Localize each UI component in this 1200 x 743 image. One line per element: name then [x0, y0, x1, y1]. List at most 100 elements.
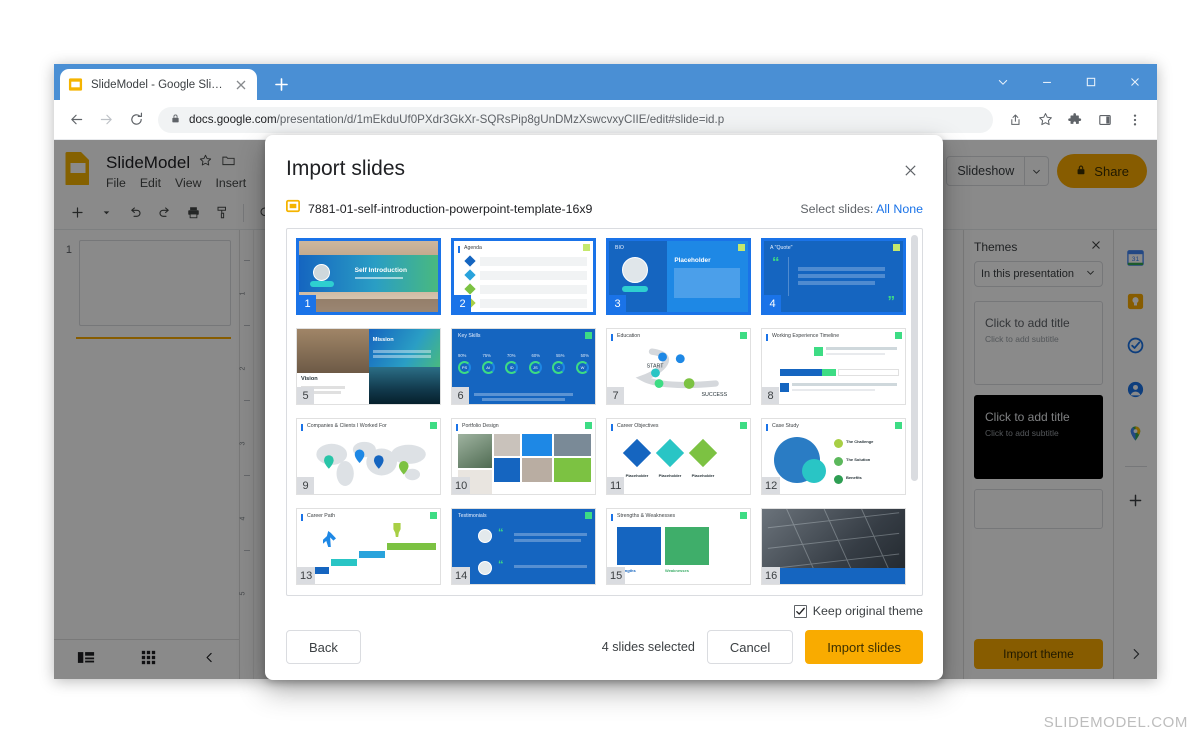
undo-icon[interactable] — [122, 200, 148, 226]
cancel-button[interactable]: Cancel — [706, 630, 794, 664]
minimize-icon[interactable] — [1025, 64, 1069, 100]
slide-preview: Case Study The Challenge The Solution Be… — [762, 419, 905, 494]
address-bar[interactable]: docs.google.com/presentation/d/1mEkduUf0… — [158, 106, 993, 133]
browser-titlebar: SlideModel - Google Slides — [54, 64, 1157, 100]
slide-thumb-3[interactable]: BIO Placeholder 3 — [606, 238, 751, 315]
slide-thumb-16[interactable]: 16 — [761, 508, 906, 585]
close-icon[interactable] — [1113, 64, 1157, 100]
move-to-folder-icon[interactable] — [221, 153, 236, 173]
slide-thumb-11[interactable]: Career Objectives Placeholder Placeholde… — [606, 418, 751, 495]
slide-thumb-9[interactable]: Companies & Clients I Worked For 9 — [296, 418, 441, 495]
filmstrip-accent-line — [76, 337, 231, 339]
bookmark-star-icon[interactable] — [1031, 106, 1059, 134]
keep-icon[interactable] — [1125, 290, 1147, 312]
side-panel-icon[interactable] — [1091, 106, 1119, 134]
chevron-down-icon[interactable] — [1025, 156, 1050, 186]
menu-file[interactable]: File — [106, 176, 126, 190]
filmstrip-thumbnail[interactable] — [79, 240, 231, 326]
menu-edit[interactable]: Edit — [140, 176, 161, 190]
share-button[interactable]: Share — [1057, 154, 1147, 188]
slide-thumb-7[interactable]: Education START SUCCESS 7 — [606, 328, 751, 405]
slide-preview — [762, 509, 905, 584]
slide-number: 7 — [607, 387, 624, 404]
star-icon[interactable] — [198, 153, 213, 173]
extensions-puzzle-icon[interactable] — [1061, 106, 1089, 134]
import-slides-button[interactable]: Import slides — [805, 630, 923, 664]
back-button[interactable]: Back — [286, 630, 361, 664]
share-label: Share — [1094, 163, 1129, 179]
lock-icon — [170, 111, 181, 129]
chevron-left-icon[interactable] — [203, 651, 216, 669]
slide-thumb-6[interactable]: Key Skills 90% 75% 70% 60% 55% 50% PS AI — [451, 328, 596, 405]
forward-arrow-icon[interactable] — [92, 106, 120, 134]
document-name[interactable]: SlideModel — [106, 153, 190, 173]
slide-thumb-4[interactable]: A "Quote" “ ” 4 — [761, 238, 906, 315]
theme-card[interactable] — [974, 489, 1103, 529]
themes-panel-header: Themes — [974, 238, 1103, 255]
grid-view-icon[interactable] — [141, 650, 156, 670]
slide-thumb-14[interactable]: Testimonials “ “ 14 — [451, 508, 596, 585]
screenshot-root: SlideModel - Google Slides docs.google.c… — [0, 0, 1200, 743]
print-icon[interactable] — [180, 200, 206, 226]
paint-format-icon[interactable] — [209, 200, 235, 226]
slide-selected-check — [585, 422, 592, 429]
slide-thumb-1[interactable]: Self Introduction 1 — [296, 238, 441, 315]
maximize-icon[interactable] — [1069, 64, 1113, 100]
theme-card[interactable]: Click to add title Click to add subtitle — [974, 301, 1103, 385]
slide-selected-check — [585, 332, 592, 339]
import-theme-button[interactable]: Import theme — [974, 639, 1103, 669]
theme-title: Click to add title — [985, 410, 1070, 424]
source-file-name: 7881-01-self-introduction-powerpoint-tem… — [308, 201, 593, 216]
tasks-icon[interactable] — [1125, 334, 1147, 356]
grid-scrollbar[interactable] — [911, 235, 918, 589]
add-apps-icon[interactable] — [1125, 489, 1147, 511]
contacts-icon[interactable] — [1125, 378, 1147, 400]
redo-icon[interactable] — [151, 200, 177, 226]
close-icon[interactable] — [233, 77, 249, 93]
theme-card[interactable]: Click to add title Click to add subtitle — [974, 395, 1103, 479]
slide-title: Strengths & Weaknesses — [617, 513, 676, 519]
close-icon[interactable] — [1089, 238, 1103, 255]
keep-theme-checkbox[interactable] — [793, 604, 807, 618]
filmstrip-slide-1[interactable]: 1 — [54, 230, 239, 326]
slide-thumb-12[interactable]: Case Study The Challenge The Solution Be… — [761, 418, 906, 495]
objective-label: Placeholder — [658, 473, 682, 478]
select-all-link[interactable]: All — [876, 202, 890, 216]
browser-tab[interactable]: SlideModel - Google Slides — [60, 69, 257, 100]
menu-insert[interactable]: Insert — [215, 176, 246, 190]
new-slide-icon[interactable] — [64, 200, 90, 226]
grid-scrollbar-thumb[interactable] — [911, 235, 918, 481]
reload-icon[interactable] — [122, 106, 150, 134]
keep-theme-row[interactable]: Keep original theme — [286, 604, 923, 618]
tab-search-chevron-icon[interactable] — [981, 64, 1025, 100]
slideshow-button[interactable]: Slideshow — [946, 156, 1026, 186]
menu-view[interactable]: View — [175, 176, 201, 190]
select-none-link[interactable]: None — [893, 202, 923, 216]
more-menu-icon[interactable] — [1121, 106, 1149, 134]
slide-number: 6 — [452, 387, 469, 404]
new-slide-caret-icon[interactable] — [93, 200, 119, 226]
slide-thumb-15[interactable]: Strengths & Weaknesses Strengths Weaknes… — [606, 508, 751, 585]
back-arrow-icon[interactable] — [62, 106, 90, 134]
slide-number: 16 — [762, 567, 781, 584]
slide-selected-check — [895, 422, 902, 429]
maps-icon[interactable] — [1125, 422, 1147, 444]
close-icon[interactable] — [897, 157, 923, 183]
slide-thumb-13[interactable]: Career Path 13 — [296, 508, 441, 585]
slide-preview: Strengths & Weaknesses Strengths Weaknes… — [607, 509, 750, 584]
url-text: docs.google.com/presentation/d/1mEkduUf0… — [189, 113, 724, 126]
theme-scope-select[interactable]: In this presentation — [974, 261, 1103, 287]
svg-text:31: 31 — [1132, 255, 1140, 262]
slide-title: Mission — [372, 336, 394, 343]
slide-thumb-5[interactable]: Vision Mission 5 — [296, 328, 441, 405]
dialog-footer: Keep original theme Back 4 slides select… — [265, 596, 943, 680]
slide-thumb-8[interactable]: Working Experience Timeline 8 — [761, 328, 906, 405]
skill-ring: JS — [528, 361, 542, 374]
calendar-icon[interactable]: 31 — [1125, 246, 1147, 268]
new-tab-button[interactable] — [267, 70, 295, 98]
slide-thumb-2[interactable]: Agenda 2 — [451, 238, 596, 315]
expand-sidebar-icon[interactable] — [1125, 643, 1147, 665]
share-icon[interactable] — [1001, 106, 1029, 134]
filmstrip-view-icon[interactable] — [77, 650, 95, 670]
slide-thumb-10[interactable]: Portfolio Design 10 — [451, 418, 596, 495]
